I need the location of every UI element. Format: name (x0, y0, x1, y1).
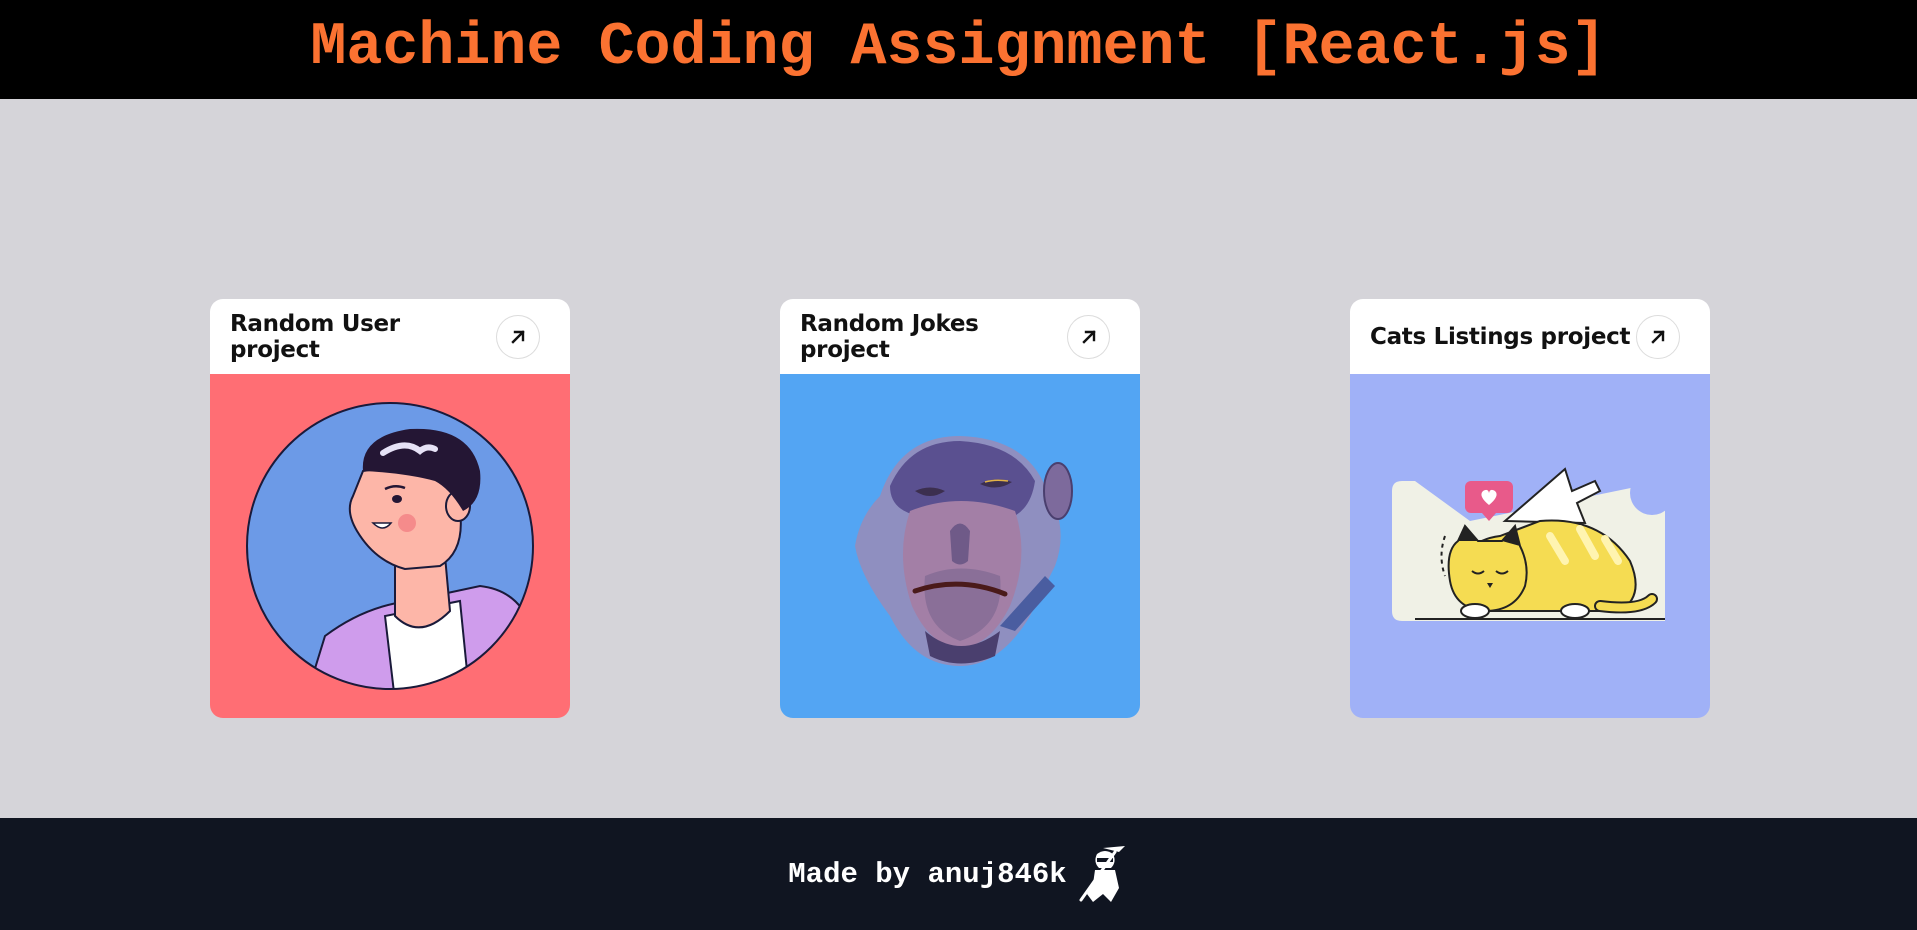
user-avatar-illustration (246, 402, 534, 690)
footer-credit: Made by anuj846k (788, 857, 1067, 891)
card-title: Cats Listings project (1370, 323, 1631, 350)
monkey-face-illustration (855, 436, 1073, 666)
page-header: Machine Coding Assignment [React.js] (0, 0, 1917, 99)
open-project-button[interactable] (1636, 314, 1680, 359)
project-card-random-user[interactable]: Random User project (210, 299, 570, 718)
project-card-random-jokes[interactable]: Random Jokes project (780, 299, 1140, 718)
card-image-area (210, 374, 570, 718)
arrow-up-right-icon (1651, 329, 1665, 344)
page-title: Machine Coding Assignment [React.js] (310, 13, 1607, 82)
ninja-icon (1079, 846, 1125, 902)
project-card-cats-listings[interactable]: Cats Listings project (1350, 299, 1710, 718)
open-project-button[interactable] (496, 314, 540, 359)
card-title: Random Jokes project (800, 310, 979, 363)
arrow-up-right-icon (511, 329, 525, 344)
open-project-button[interactable] (1067, 314, 1110, 359)
card-header: Random Jokes project (780, 299, 1140, 374)
page-footer: Made by anuj846k (0, 818, 1917, 930)
sleeping-cat-illustration (1392, 467, 1670, 621)
card-image-area (1350, 374, 1710, 718)
arrow-up-right-icon (1081, 329, 1096, 344)
card-title: Random User project (230, 310, 400, 363)
card-header: Cats Listings project (1350, 299, 1710, 374)
card-image-area (780, 374, 1140, 718)
card-header: Random User project (210, 299, 570, 374)
